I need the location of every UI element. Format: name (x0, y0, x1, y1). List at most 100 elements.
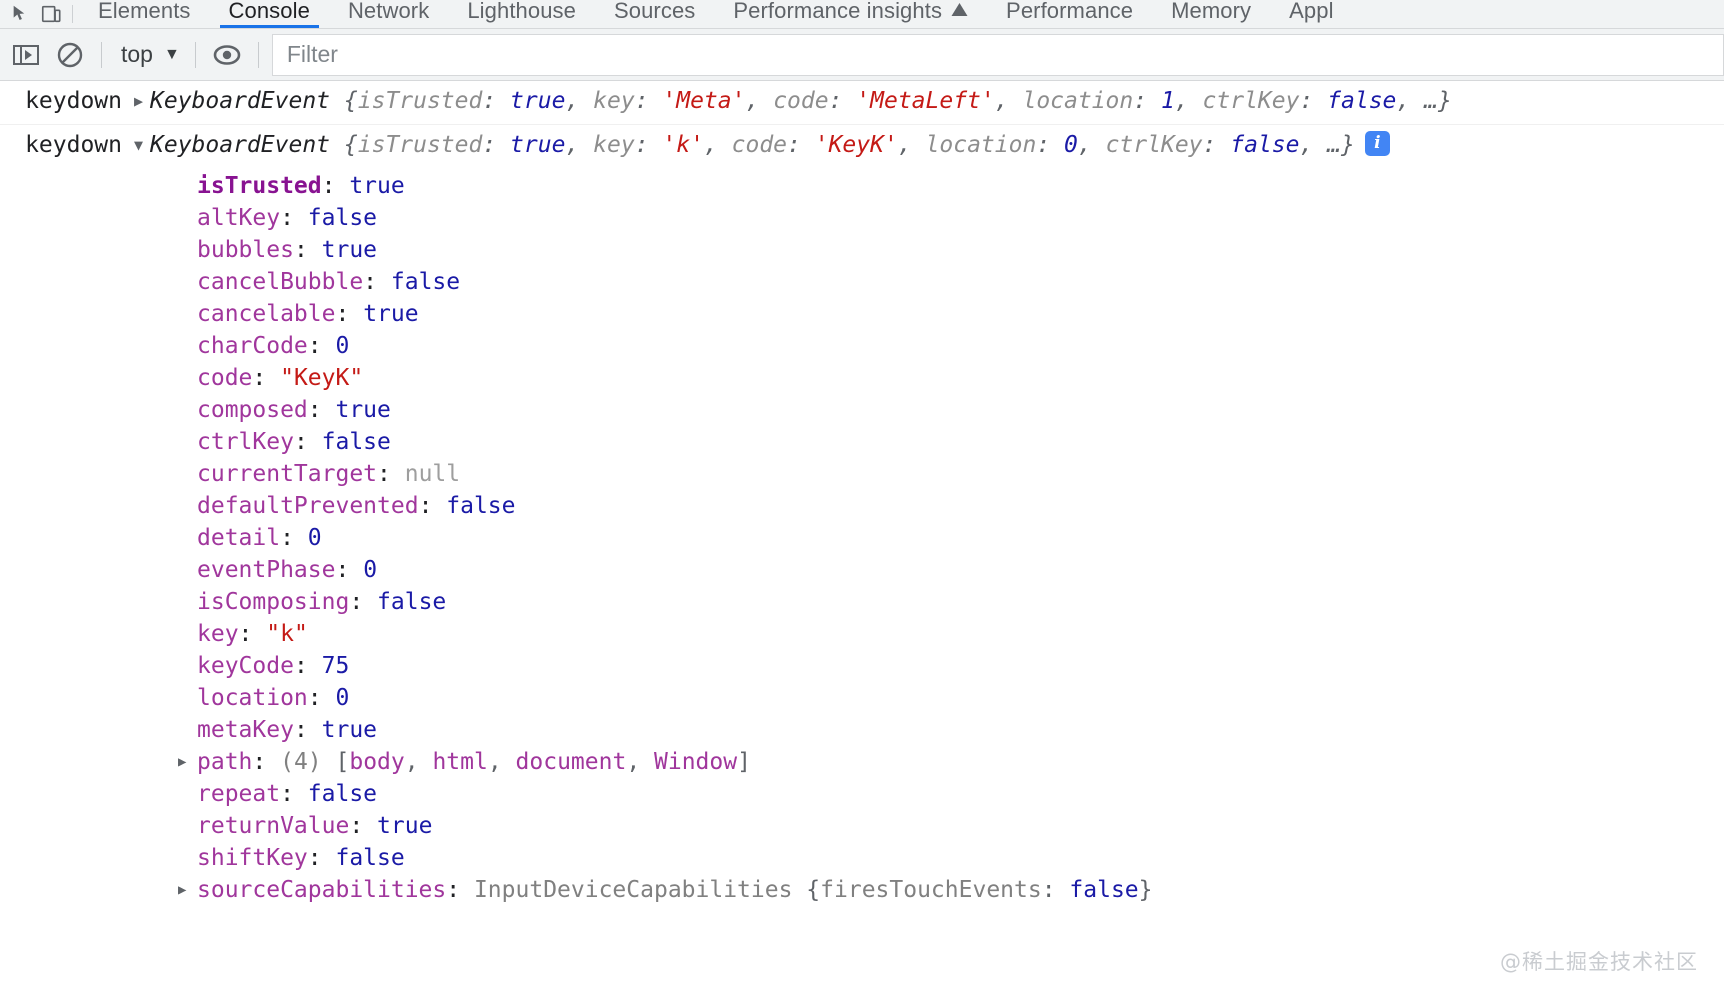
property-row[interactable]: repeat: false (0, 778, 1724, 810)
property-row[interactable]: currentTarget: null (0, 458, 1724, 490)
property-key: composed (197, 397, 308, 423)
property-row[interactable]: ▶ sourceCapabilities: InputDeviceCapabili… (0, 874, 1724, 906)
tab-sources[interactable]: Sources (595, 0, 714, 28)
property-colon: : (307, 845, 336, 871)
console-message-body[interactable]: ▼ KeyboardEvent {isTrusted: true, key: 'k… (134, 128, 1724, 164)
property-value: true (321, 717, 378, 743)
property-row[interactable]: altKey: false (0, 202, 1724, 234)
console-message-row[interactable]: keydown ▶ KeyboardEvent {isTrusted: true,… (0, 81, 1724, 125)
live-expression-icon[interactable] (205, 34, 249, 76)
inspect-element-icon[interactable] (6, 1, 36, 27)
property-row[interactable]: detail: 0 (0, 522, 1724, 554)
property-value: null (404, 461, 461, 487)
property-value: 0 (363, 557, 378, 583)
property-value: document (515, 749, 627, 775)
tab-performance[interactable]: Performance (987, 0, 1152, 28)
preview-token: : (1133, 88, 1161, 114)
property-row[interactable]: location: 0 (0, 682, 1724, 714)
property-value: true (335, 397, 391, 423)
property-colon: : (349, 589, 378, 615)
info-badge[interactable]: i (1364, 131, 1390, 156)
property-value: true (321, 237, 378, 263)
property-value: , (626, 749, 655, 775)
property-value: false (335, 845, 405, 871)
property-row[interactable]: cancelable: true (0, 298, 1724, 330)
property-row[interactable]: ▶ path: (4) [body, html, document, Window… (0, 746, 1724, 778)
property-row[interactable]: shiftKey: false (0, 842, 1724, 874)
preview-token: : (1299, 88, 1328, 114)
property-value: false (390, 269, 461, 295)
property-colon: : (293, 237, 322, 263)
property-value: false (377, 589, 447, 615)
property-colon: : (293, 429, 322, 455)
console-message-row[interactable]: keydown ▼ KeyboardEvent {isTrusted: true,… (0, 125, 1724, 168)
property-colon: : (307, 333, 336, 359)
property-row[interactable]: isComposing: false (0, 586, 1724, 618)
preview-token: : (482, 132, 511, 158)
property-row[interactable]: returnValue: true (0, 810, 1724, 842)
property-colon: : (252, 749, 281, 775)
tab-network[interactable]: Network (329, 0, 448, 28)
property-row[interactable]: cancelBubble: false (0, 266, 1724, 298)
property-row[interactable]: key: "k" (0, 618, 1724, 650)
property-row[interactable]: metaKey: true (0, 714, 1724, 746)
property-key: key (197, 621, 239, 647)
property-value: false (321, 429, 391, 455)
tab-lighthouse[interactable]: Lighthouse (448, 0, 595, 28)
property-value: false (1069, 877, 1139, 903)
tab-performance-insights[interactable]: Performance insights (714, 0, 987, 28)
property-row[interactable]: defaultPrevented: false (0, 490, 1724, 522)
preview-token: 1 (1160, 88, 1175, 114)
property-value: (4) (280, 749, 336, 775)
tab-memory[interactable]: Memory (1152, 0, 1270, 28)
console-output[interactable]: keydown ▶ KeyboardEvent {isTrusted: true,… (0, 81, 1724, 988)
property-value: firesTouchEvents (820, 877, 1042, 903)
property-row[interactable]: eventPhase: 0 (0, 554, 1724, 586)
preview-token: location (1022, 88, 1134, 114)
property-value: "KeyK" (280, 365, 364, 391)
property-row[interactable]: ctrlKey: false (0, 426, 1724, 458)
property-key: location (197, 685, 308, 711)
console-sidebar-icon[interactable] (4, 34, 48, 76)
device-toolbar-icon[interactable] (36, 1, 66, 27)
property-colon: : (446, 877, 474, 903)
property-colon: : (293, 717, 322, 743)
tab-application[interactable]: Appl (1270, 0, 1352, 28)
property-row[interactable]: code: "KeyK" (0, 362, 1724, 394)
property-row[interactable]: charCode: 0 (0, 330, 1724, 362)
preview-token: 'Meta' (662, 88, 746, 114)
object-constructor-name: KeyboardEvent (150, 132, 331, 158)
expand-arrow-icon[interactable]: ▶ (178, 746, 186, 778)
property-colon: : (280, 525, 308, 551)
panel-tabs: Elements Console Network Lighthouse Sour… (79, 0, 1724, 28)
object-property-tree[interactable]: isTrusted: true altKey: false bubbles: tru… (0, 168, 1724, 906)
preview-token: : (482, 88, 511, 114)
filter-input[interactable]: Filter (271, 33, 1724, 76)
tab-application-label: Appl (1289, 0, 1334, 23)
console-message-label: keydown (25, 88, 122, 114)
preview-token: false (1327, 88, 1397, 114)
tab-network-label: Network (347, 0, 430, 23)
warning-triangle-icon (951, 0, 968, 23)
property-row[interactable]: composed: true (0, 394, 1724, 426)
execution-context-selector[interactable]: top ▼ (111, 36, 186, 74)
expand-arrow-icon[interactable]: ▶ (178, 874, 186, 906)
property-row[interactable]: isTrusted: true (0, 170, 1724, 202)
property-key: keyCode (197, 653, 294, 679)
clear-console-icon[interactable] (48, 34, 92, 76)
toolbar-divider-2 (194, 41, 196, 68)
preview-token: , (897, 132, 926, 158)
tab-console[interactable]: Console (210, 0, 329, 28)
tab-sources-label: Sources (613, 0, 696, 23)
property-key: code (197, 365, 253, 391)
property-row[interactable]: bubbles: true (0, 234, 1724, 266)
execution-context-label: top (121, 41, 153, 67)
tab-elements[interactable]: Elements (79, 0, 210, 28)
collapse-arrow-icon[interactable]: ▼ (134, 128, 150, 162)
toolbar-divider-3 (257, 41, 259, 68)
property-row[interactable]: keyCode: 75 (0, 650, 1724, 682)
property-value: 75 (321, 653, 350, 679)
expand-arrow-icon[interactable]: ▶ (134, 84, 150, 118)
console-message-body[interactable]: ▶ KeyboardEvent {isTrusted: true, key: 'M… (134, 84, 1724, 120)
property-value: 0 (307, 525, 322, 551)
